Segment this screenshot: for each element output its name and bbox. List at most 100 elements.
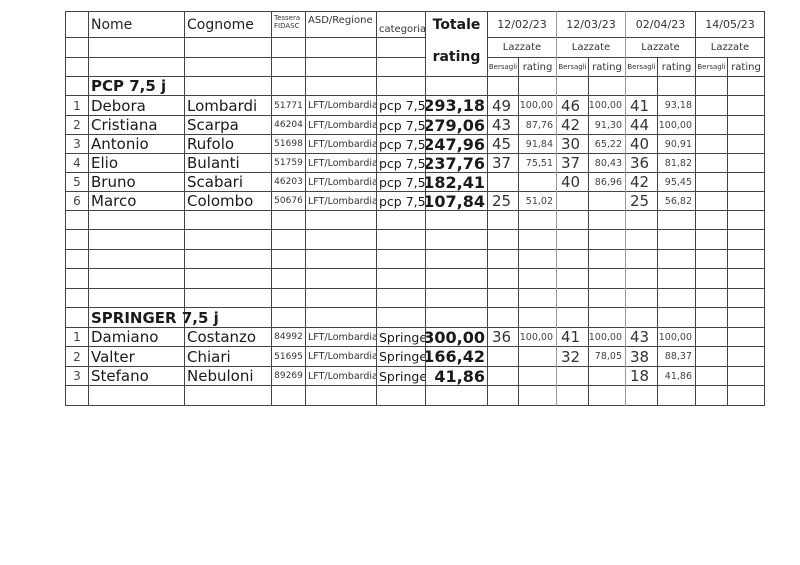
grid-line <box>65 37 425 38</box>
grid-line <box>65 405 765 406</box>
total-rating: 41,86 <box>434 367 485 385</box>
grid-line <box>65 268 765 269</box>
athlete-first-name: Debora <box>91 96 146 115</box>
total-rating: 279,06 <box>426 116 485 134</box>
col-header-rating: rating <box>432 49 481 65</box>
asd-region: LFT/Lombardia <box>308 176 376 188</box>
category: Springer <box>379 368 425 384</box>
grid-line <box>65 229 765 230</box>
event-location: Lazzate <box>710 42 750 53</box>
event-location: Lazzate <box>571 42 611 53</box>
targets-hit: 30 <box>561 135 581 153</box>
col-header-categoria: categoria <box>379 24 425 35</box>
col-header-bersagli: Bersagli <box>627 63 656 71</box>
event-rating: 93,18 <box>664 100 692 111</box>
section-title: SPRINGER 7,5 j <box>91 308 219 327</box>
event-rating: 91,84 <box>525 138 553 150</box>
event-rating: 88,37 <box>664 351 692 362</box>
athlete-last-name: Nebuloni <box>187 367 254 385</box>
tessera-number: 84992 <box>274 332 303 342</box>
fidasc-label: FIDASC <box>274 22 300 30</box>
tessera-number: 50676 <box>274 196 303 206</box>
athlete-first-name: Elio <box>91 154 118 172</box>
tessera-number: 51771 <box>274 100 303 111</box>
targets-hit: 25 <box>492 192 512 210</box>
category: pcp 7,5 <box>379 193 425 209</box>
event-rating: 91,30 <box>594 119 622 131</box>
grid-line <box>65 385 765 386</box>
targets-hit <box>488 367 518 385</box>
event-date: 14/05/23 <box>705 18 755 31</box>
targets-hit <box>696 116 727 134</box>
event-rating: 87,76 <box>525 119 553 131</box>
col-header-totale: Totale <box>432 16 481 33</box>
event-location: Lazzate <box>502 42 542 53</box>
tessera-number: 51759 <box>274 158 303 168</box>
targets-hit: 45 <box>492 135 512 153</box>
grid-line <box>65 288 765 289</box>
event-rating <box>519 347 556 366</box>
event-rating <box>728 154 764 172</box>
event-rating: 81,82 <box>664 157 692 169</box>
event-rating <box>589 192 625 210</box>
tessera-number: 46204 <box>274 120 303 130</box>
grid-line <box>764 11 765 406</box>
targets-hit <box>488 347 518 366</box>
athlete-last-name: Rufolo <box>187 135 235 153</box>
targets-hit <box>696 347 727 366</box>
ranking-sheet: Nome Cognome Tessera FIDASC ASD/Regione categ… <box>65 11 765 406</box>
row-number: 2 <box>73 349 81 364</box>
row-number: 1 <box>73 330 81 344</box>
event-rating <box>728 135 764 153</box>
event-rating: 100,00 <box>519 331 553 343</box>
targets-hit <box>696 154 727 172</box>
event-date: 12/02/23 <box>497 18 547 31</box>
row-number: 6 <box>73 194 81 208</box>
event-rating <box>519 367 556 385</box>
category: Springer <box>379 329 425 345</box>
targets-hit: 25 <box>630 192 650 210</box>
event-rating: 95,45 <box>664 176 692 188</box>
event-rating <box>728 173 764 191</box>
event-rating: 80,43 <box>594 157 622 169</box>
total-rating: 182,41 <box>426 173 485 191</box>
asd-region: LFT/Lombardia <box>308 119 376 131</box>
athlete-first-name: Cristiana <box>91 116 158 134</box>
category: pcp 7,5 <box>379 136 425 152</box>
targets-hit: 44 <box>630 116 650 134</box>
targets-hit <box>557 367 588 385</box>
targets-hit <box>696 135 727 153</box>
category: pcp 7,5 <box>379 98 425 113</box>
targets-hit <box>696 192 727 210</box>
event-rating: 100,00 <box>658 119 692 131</box>
tessera-number: 89269 <box>274 371 303 381</box>
targets-hit <box>696 173 727 191</box>
category: pcp 7,5 <box>379 174 425 190</box>
total-rating: 237,76 <box>426 154 485 172</box>
col-header-bersagli: Bersagli <box>488 63 518 71</box>
athlete-last-name: Chiari <box>187 347 231 366</box>
athlete-last-name: Scabari <box>187 173 244 191</box>
event-rating <box>728 116 764 134</box>
row-number: 3 <box>73 369 81 383</box>
event-rating: 100,00 <box>589 100 622 111</box>
col-header-rating-event: rating <box>592 61 622 73</box>
targets-hit: 46 <box>561 96 581 115</box>
event-date: 02/04/23 <box>635 18 686 31</box>
event-rating: 51,02 <box>525 195 553 207</box>
athlete-last-name: Costanzo <box>187 328 257 346</box>
asd-region: LFT/Lombardia <box>308 100 376 111</box>
row-number: 4 <box>73 156 81 170</box>
col-header-tessera: Tessera FIDASC <box>272 12 305 37</box>
targets-hit: 40 <box>630 135 650 153</box>
event-rating: 78,05 <box>594 351 622 362</box>
event-rating: 56,82 <box>664 195 692 207</box>
asd-region: LFT/Lombardia <box>308 370 376 382</box>
targets-hit: 42 <box>561 116 581 134</box>
row-number: 3 <box>73 137 81 151</box>
targets-hit <box>696 328 727 346</box>
total-rating: 300,00 <box>426 328 485 346</box>
athlete-last-name: Scarpa <box>187 116 239 134</box>
event-rating: 41,86 <box>664 370 692 382</box>
targets-hit <box>696 96 727 115</box>
